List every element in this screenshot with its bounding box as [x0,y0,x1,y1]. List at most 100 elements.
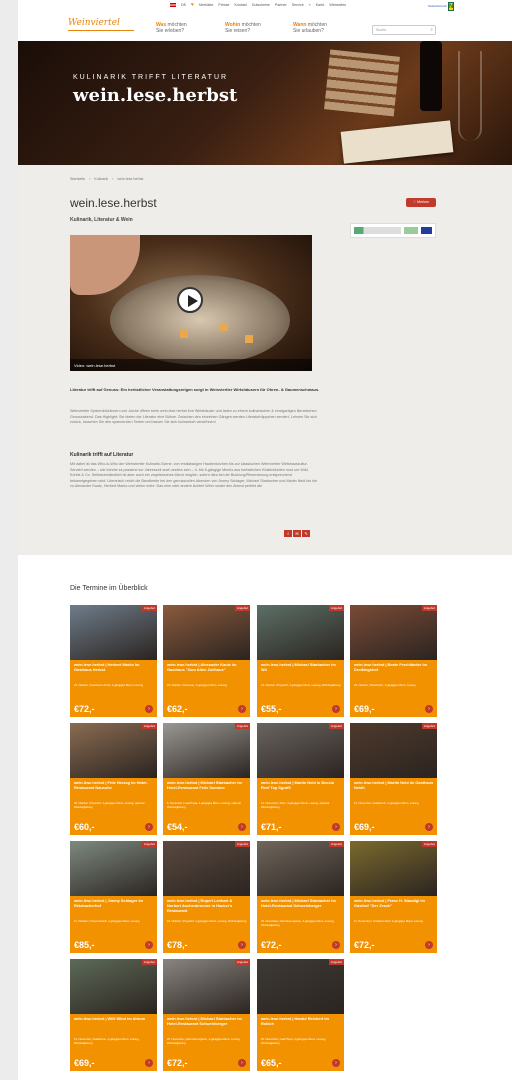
offer-badge: Angebot [421,723,437,729]
event-title[interactable]: wein.lese.herbst | Martin Neid in Beccia… [261,780,341,791]
event-photo [350,723,437,778]
utility-link-service[interactable]: Service [292,3,304,7]
event-card[interactable]: Angebot wein.lese.herbst | Michael Starba… [257,841,344,953]
search-input[interactable]: Suche ⌕ [372,25,436,35]
event-photo [257,605,344,660]
event-card[interactable]: Angebot wein.lese.herbst | Rupert Lenhart… [163,841,250,953]
event-title[interactable]: wein.lese.herbst | Willi Wind im Atrium [74,1016,154,1022]
arrow-right-icon[interactable]: › [145,1059,153,1067]
heart-icon: ♥ [191,2,194,8]
arrow-right-icon[interactable]: › [238,823,246,831]
event-photo [163,605,250,660]
arrow-right-icon[interactable]: › [238,941,246,949]
event-title[interactable]: wein.lese.herbst | Herbert Marko im Gast… [74,662,154,673]
event-meta: 26. November | Laa/Thaya, 4-gängiges Men… [261,1038,327,1045]
event-card[interactable]: Angebot wein.lese.herbst | Franz H. Staud… [350,841,437,953]
arrow-right-icon[interactable]: › [425,823,433,831]
arrow-right-icon[interactable]: › [425,941,433,949]
utility-link-merkliste[interactable]: Merkliste [199,3,213,7]
offer-badge: Angebot [421,605,437,611]
event-title[interactable]: wein.lese.herbst | Michael Starbacher im… [261,898,341,909]
event-title[interactable]: wein.lese.herbst | Martin Neid im Gastha… [354,780,434,791]
event-meta: 12. November | Retz, 4-gängiges Menü, Le… [261,802,330,809]
utility-link-presse[interactable]: Presse [218,3,229,7]
event-card[interactable]: Angebot wein.lese.herbst | Michael Starba… [163,723,250,835]
search-icon[interactable]: ⌕ [430,27,433,33]
event-meta: 26. November | Herrnbaumgarten, 4-gängig… [167,1038,241,1045]
event-title[interactable]: wein.lese.herbst | Franz H. Staudigl im … [354,898,434,909]
eu-flag-icon [421,227,432,234]
arrow-right-icon[interactable]: › [332,1059,340,1067]
video-player[interactable]: Video: wein.lese.herbst [70,235,312,371]
event-title[interactable]: wein.lese.herbst | Alexander Kautz im Ga… [167,662,247,673]
event-photo [257,959,344,1014]
event-title[interactable]: wein.lese.herbst | Fritz Herzog im Hotel… [74,780,154,791]
site-logo[interactable]: Weinviertel [68,18,120,28]
event-photo [163,841,250,896]
event-photo [70,841,157,896]
event-card[interactable]: Angebot wein.lese.herbst | Michael Starba… [163,959,250,1071]
utility-link-webseiten[interactable]: Webseiten [329,3,346,7]
nav-item-urlauben[interactable]: Wann möchten Sie urlauben? [293,22,327,34]
event-card[interactable]: Angebot wein.lese.herbst | Harald Reicher… [257,959,344,1071]
event-meta: 11. Oktober | Unterretzbach, 4-gängiges … [74,920,140,923]
nav-item-reisen[interactable]: Wohin möchten Sie reisen? [225,22,261,34]
utility-link-partner[interactable]: Partner [275,3,287,7]
utility-link-karte[interactable]: Karte [316,3,325,7]
main-nav: Weinviertel Was möchten Sie erleben? Woh… [18,13,512,41]
event-title[interactable]: wein.lese.herbst | Jimmy Schlager im Ret… [74,898,154,909]
event-card[interactable]: Angebot wein.lese.herbst | Willi Wind im … [70,959,157,1071]
event-card[interactable]: Angebot wein.lese.herbst | Herbert Marko … [70,605,157,717]
arrow-right-icon[interactable]: › [332,705,340,713]
event-title[interactable]: wein.lese.herbst | Michael Starbacher im… [167,780,247,791]
pencil-icon[interactable]: ✎ [302,530,310,537]
event-title[interactable]: wein.lese.herbst | Rupert Lenhart & Norb… [167,898,247,913]
event-price: €62,- [167,704,188,714]
offer-badge: Angebot [141,959,157,965]
arrow-right-icon[interactable]: › [145,823,153,831]
hero-glass-image [458,51,482,141]
breadcrumb-home[interactable]: Startseite [70,177,85,181]
event-price: €54,- [167,822,188,832]
event-card[interactable]: Angebot wein.lese.herbst | Alexander Kaut… [163,605,250,717]
event-title[interactable]: wein.lese.herbst | Beate Ferchländer im … [354,662,434,673]
arrow-right-icon[interactable]: › [238,705,246,713]
arrow-right-icon[interactable]: › [425,705,433,713]
offer-badge: Angebot [328,723,344,729]
offer-badge: Angebot [328,605,344,611]
flag-icon[interactable] [170,3,176,7]
partner-logo[interactable]: Niederösterreich N [428,1,455,11]
breadcrumb-kulinarik[interactable]: Kulinarik [94,177,108,181]
utility-link-kontakt[interactable]: Kontakt [235,3,247,7]
event-price: €65,- [261,1058,282,1068]
event-card[interactable]: Angebot wein.lese.herbst | Michael Starba… [257,605,344,717]
merken-button[interactable]: ♡ Merken [406,198,436,207]
arrow-right-icon[interactable]: › [145,705,153,713]
language-label[interactable]: DE [181,3,186,7]
facebook-icon[interactable]: f [284,530,292,537]
event-card[interactable]: Angebot wein.lese.herbst | Martin Neid im… [350,723,437,835]
event-title[interactable]: wein.lese.herbst | Harald Reichert im Ro… [261,1016,341,1027]
event-card[interactable]: Angebot wein.lese.herbst | Beate Ferchlän… [350,605,437,717]
event-card[interactable]: Angebot wein.lese.herbst | Martin Neid in… [257,723,344,835]
event-title[interactable]: wein.lese.herbst | Michael Starbacher im… [167,1016,247,1027]
event-photo [70,605,157,660]
event-card[interactable]: Angebot wein.lese.herbst | Fritz Herzog i… [70,723,157,835]
utility-link-gutscheine[interactable]: Gutscheine [252,3,270,7]
arrow-right-icon[interactable]: › [145,941,153,949]
arrow-right-icon[interactable]: › [332,941,340,949]
offer-badge: Angebot [234,959,250,965]
arrow-right-icon[interactable]: › [332,823,340,831]
arrow-right-icon[interactable]: › [238,1059,246,1067]
event-price: €72,- [354,940,375,950]
event-price: €72,- [167,1058,188,1068]
nav-item-erleben[interactable]: Was möchten Sie erleben? [156,22,187,34]
event-card[interactable]: Angebot wein.lese.herbst | Jimmy Schlager… [70,841,157,953]
event-title[interactable]: wein.lese.herbst | Michael Starbacher im… [261,662,341,673]
intro-paragraph: Weinviertler Spitzenköchinnen und -köche… [70,409,318,425]
partner-logo-text: Niederösterreich [428,4,448,8]
mail-icon[interactable]: ✉ [293,530,301,537]
offer-badge: Angebot [141,723,157,729]
offer-badge: Angebot [234,605,250,611]
play-icon[interactable] [177,287,203,313]
